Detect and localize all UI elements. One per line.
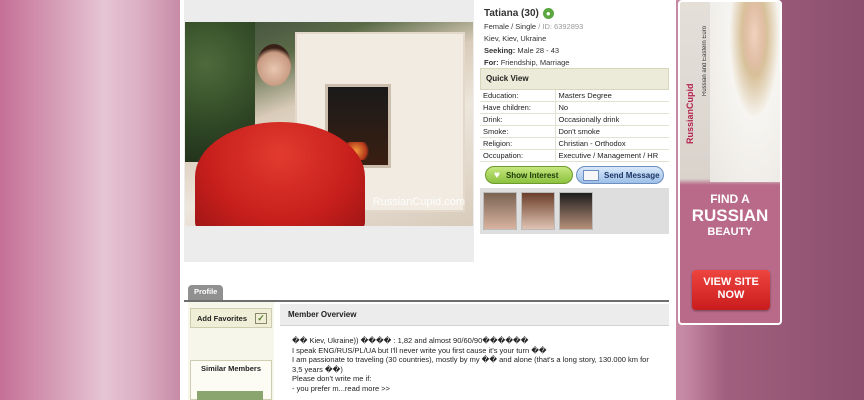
table-row: Education: Masters Degree — [480, 90, 669, 102]
overview-line: I speak ENG/RUS/PL/UA but I'll never wri… — [292, 345, 547, 355]
checkmark-icon: ✓ — [255, 312, 267, 324]
ad-headline: FIND A RUSSIAN BEAUTY — [691, 192, 769, 238]
table-row: Have children: No — [480, 101, 669, 114]
similar-member-thumbnail[interactable] — [197, 391, 263, 400]
show-interest-label: Show Interest — [505, 170, 559, 180]
similar-members-box: Similar Members — [190, 360, 272, 400]
photo-thumbnail[interactable] — [483, 192, 517, 230]
add-favorites-button[interactable]: Add Favorites ✓ — [190, 308, 272, 328]
ad-tagline: Russian and Eastern Euro — [702, 25, 708, 96]
profile-info: Tatiana (30) ● Female / Single / ID: 639… — [484, 8, 670, 67]
woman-head — [257, 44, 291, 86]
overview-line: I am passionate to traveling (30 countri… — [292, 355, 649, 374]
show-interest-button[interactable]: ♥ Show Interest — [485, 166, 573, 184]
read-more-link[interactable]: - you prefer m...read more >> — [292, 384, 657, 394]
main-profile-photo[interactable]: RussianCupid.com — [185, 22, 473, 226]
profile-actions: ♥ Show Interest Send Message — [485, 166, 664, 184]
ad-model-photo — [710, 2, 780, 182]
profile-name: Tatiana (30) — [484, 8, 539, 19]
photo-watermark: RussianCupid.com — [372, 196, 465, 208]
side-advertisement[interactable]: RussianCupid Russian and Eastern Euro FI… — [678, 0, 782, 325]
overview-line: Please don't write me if: — [292, 374, 372, 384]
envelope-icon — [583, 169, 599, 181]
tab-profile[interactable]: Profile — [188, 285, 224, 300]
table-row: Drink: Occasionally drink — [480, 113, 669, 126]
member-overview-text: �� Kiev, Ukraine)) ���� : 1,82 and almos… — [280, 326, 669, 400]
photo-thumbnail[interactable] — [559, 192, 593, 230]
location: Kiev, Kiev, Ukraine — [484, 34, 547, 43]
send-message-label: Send Message — [604, 170, 660, 180]
member-overview-title: Member Overview — [280, 304, 669, 326]
profile-sidebar: Add Favorites ✓ Similar Members — [188, 302, 274, 400]
red-dress — [195, 122, 365, 226]
gender-status: Female / Single / ID: 6392893 — [484, 22, 584, 31]
add-favorites-label: Add Favorites — [197, 313, 248, 323]
table-row: Religion: Christian - Orthodox — [480, 137, 669, 150]
member-overview: Member Overview �� Kiev, Ukraine)) ���� … — [280, 304, 669, 400]
table-row: Occupation: Executive / Management / HR — [480, 149, 669, 162]
overview-line: �� Kiev, Ukraine)) ���� : 1,82 and almos… — [292, 336, 529, 345]
online-icon: ● — [542, 8, 554, 19]
photo-thumbnails — [480, 188, 669, 234]
profile-page: RussianCupid.com Tatiana (30) ● Female /… — [180, 0, 676, 400]
heart-icon: ♥ — [494, 169, 500, 181]
looking-for: For: Friendship, Marriage — [484, 58, 570, 67]
similar-members-title: Similar Members — [200, 364, 262, 373]
view-site-now-button[interactable]: VIEW SITE NOW — [692, 270, 770, 310]
send-message-button[interactable]: Send Message — [576, 166, 664, 184]
quick-view-table: Education: Masters Degree Have children: N… — [480, 90, 669, 162]
seeking: Seeking: Male 28 - 43 — [484, 46, 560, 55]
ad-brand-logo: RussianCupid — [685, 83, 695, 144]
quick-view-panel: Quick View Education: Masters Degree Have… — [480, 68, 669, 162]
photo-thumbnail[interactable] — [521, 192, 555, 230]
table-row: Smoke: Don't smoke — [480, 125, 669, 138]
quick-view-title: Quick View — [480, 68, 669, 90]
